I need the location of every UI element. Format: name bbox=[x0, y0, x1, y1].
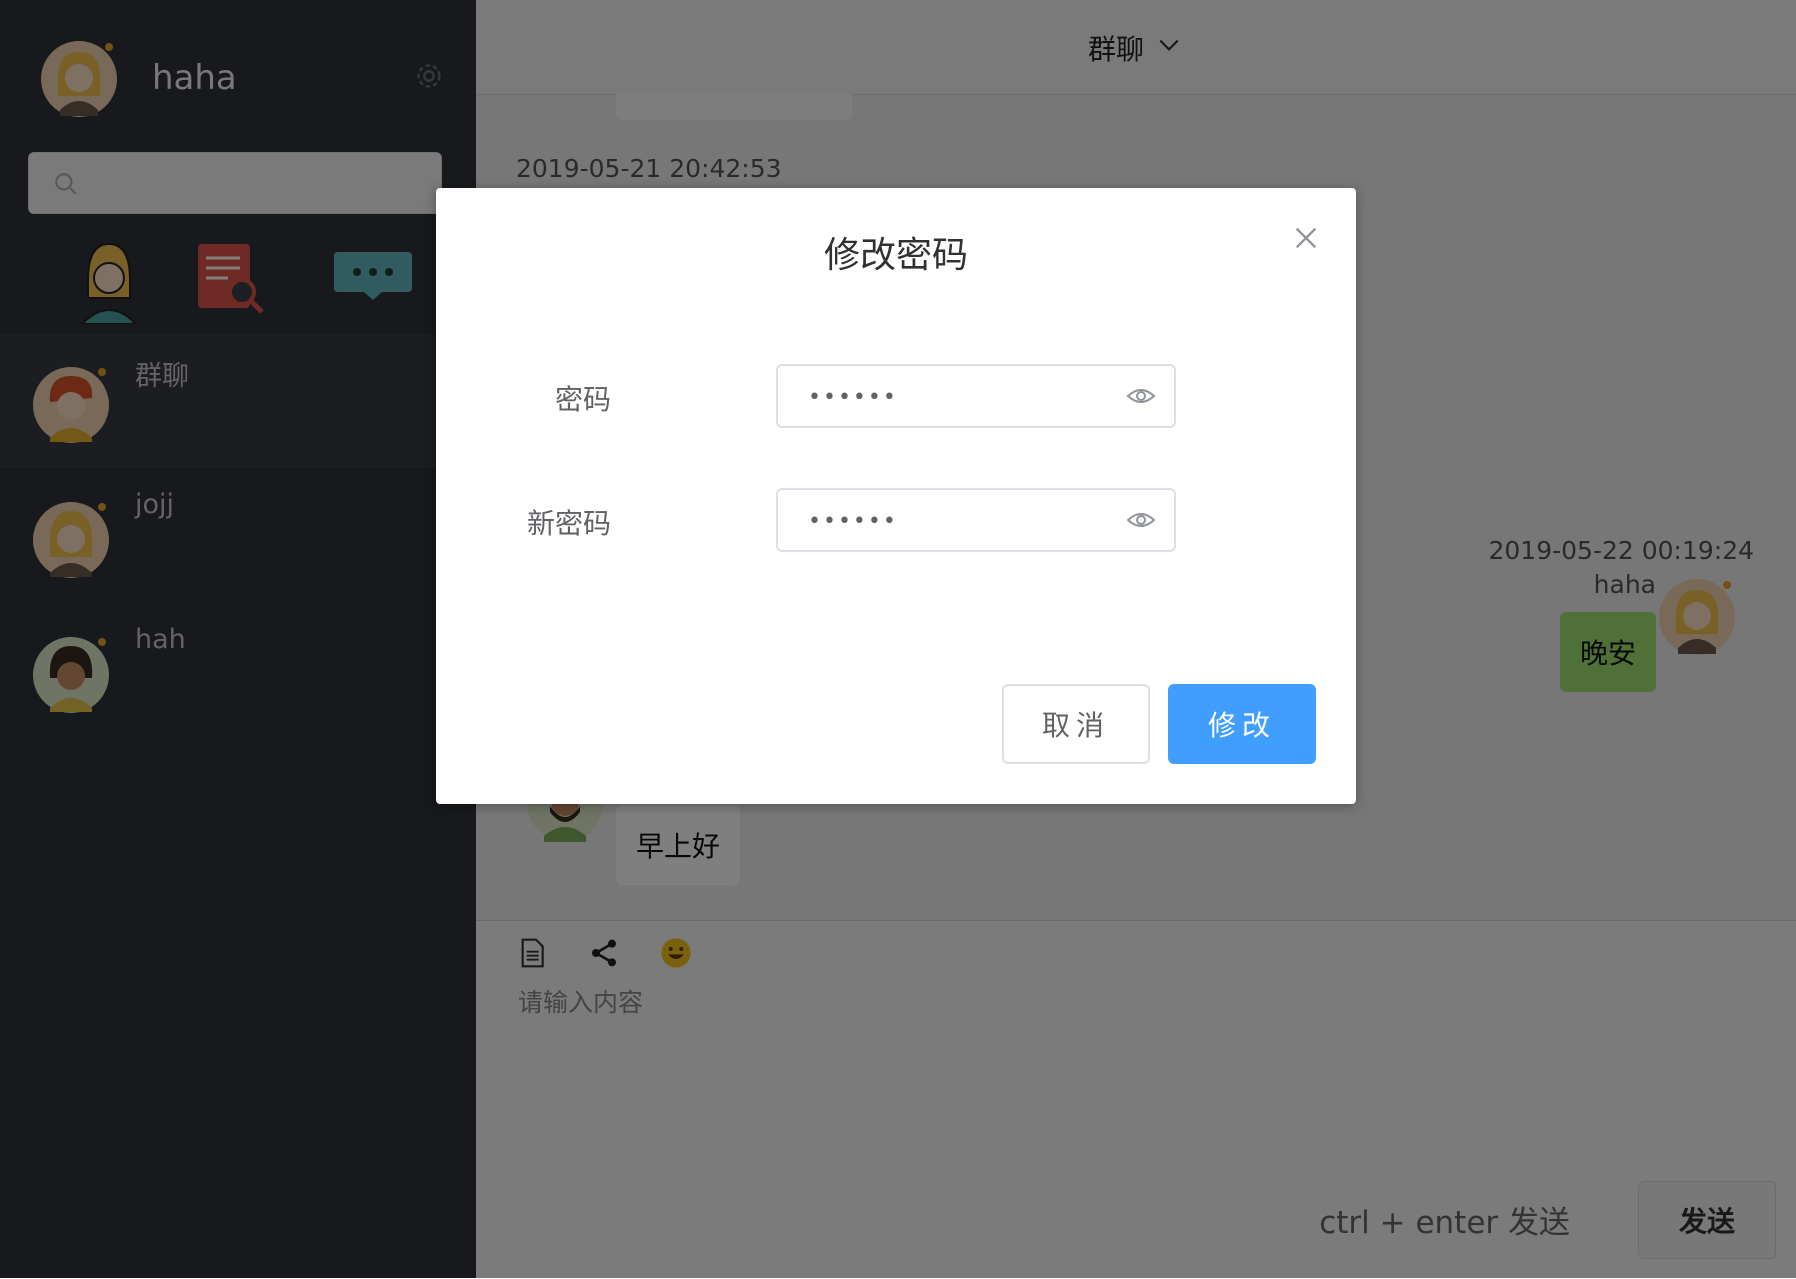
eye-icon[interactable] bbox=[1126, 508, 1156, 532]
new-password-field bbox=[776, 488, 1176, 552]
confirm-button[interactable]: 修改 bbox=[1168, 684, 1316, 764]
close-icon[interactable] bbox=[1292, 224, 1320, 252]
new-password-input[interactable] bbox=[806, 500, 1110, 542]
password-input[interactable] bbox=[806, 376, 1110, 418]
password-label: 密码 bbox=[554, 383, 611, 416]
new-password-label: 新密码 bbox=[526, 507, 611, 540]
password-field bbox=[776, 364, 1176, 428]
change-password-dialog: 修改密码 密码 新密码 取消 修改 bbox=[436, 188, 1356, 804]
cancel-button[interactable]: 取消 bbox=[1002, 684, 1150, 764]
dialog-title: 修改密码 bbox=[823, 235, 968, 276]
eye-icon[interactable] bbox=[1126, 384, 1156, 408]
